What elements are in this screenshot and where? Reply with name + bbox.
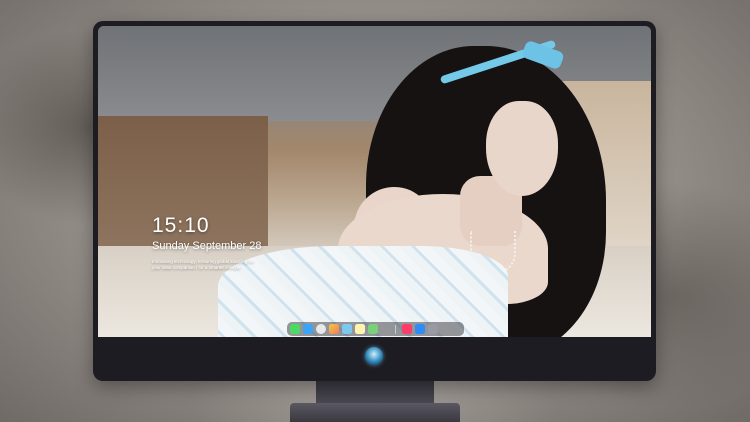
music-icon[interactable]: [402, 324, 412, 334]
finder-icon[interactable]: [303, 324, 313, 334]
dock-separator: [395, 324, 396, 334]
lockscreen-tagline: Innovating technology, Ensuring global s…: [152, 259, 254, 270]
monitor-stand-neck: [316, 381, 434, 405]
notes-icon[interactable]: [355, 324, 365, 334]
monitor: 15:10 Sunday September 28 Innovating tec…: [93, 21, 656, 381]
lockscreen-date: Sunday September 28: [152, 240, 262, 252]
lockscreen-time: 15:10: [152, 214, 210, 237]
mail-icon[interactable]: [342, 324, 352, 334]
safari-icon[interactable]: [316, 324, 326, 334]
camera-icon[interactable]: [428, 324, 438, 334]
messages-icon[interactable]: [290, 324, 300, 334]
monitor-stand-base: [290, 403, 460, 422]
photos-icon[interactable]: [329, 324, 339, 334]
maps-icon[interactable]: [368, 324, 378, 334]
dock: [287, 322, 464, 336]
wallpaper-figure-face: [486, 101, 558, 196]
app-store-icon[interactable]: [415, 324, 425, 334]
screen[interactable]: 15:10 Sunday September 28 Innovating tec…: [98, 26, 651, 337]
brand-logo-icon: [365, 347, 383, 365]
